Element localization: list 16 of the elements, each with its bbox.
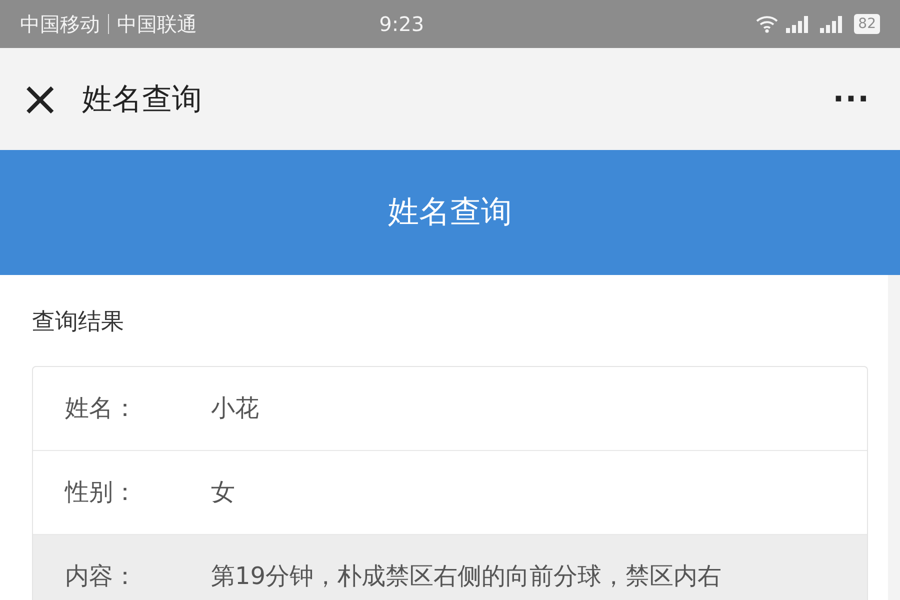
page-title: 姓名查询 xyxy=(82,80,204,118)
field-label: 内容： xyxy=(65,561,138,592)
field-value: 第19分钟，朴成禁区右侧的向前分球，禁区内右 xyxy=(211,561,722,592)
section-heading: 查询结果 xyxy=(32,308,125,337)
field-label: 性别： xyxy=(65,477,138,508)
header-title: 姓名查询 xyxy=(388,193,512,232)
battery-level: 82 xyxy=(854,14,880,34)
field-value: 女 xyxy=(211,477,235,508)
field-value: 小花 xyxy=(211,393,259,424)
close-button[interactable]: × xyxy=(20,75,60,123)
field-label: 姓名： xyxy=(65,393,138,424)
carrier-name: 中国移动 xyxy=(20,11,100,38)
wifi-icon xyxy=(756,15,778,33)
more-button[interactable]: ··· xyxy=(832,76,870,122)
status-time: 9:23 xyxy=(379,12,424,36)
carrier-name: 中国联通 xyxy=(117,11,197,38)
